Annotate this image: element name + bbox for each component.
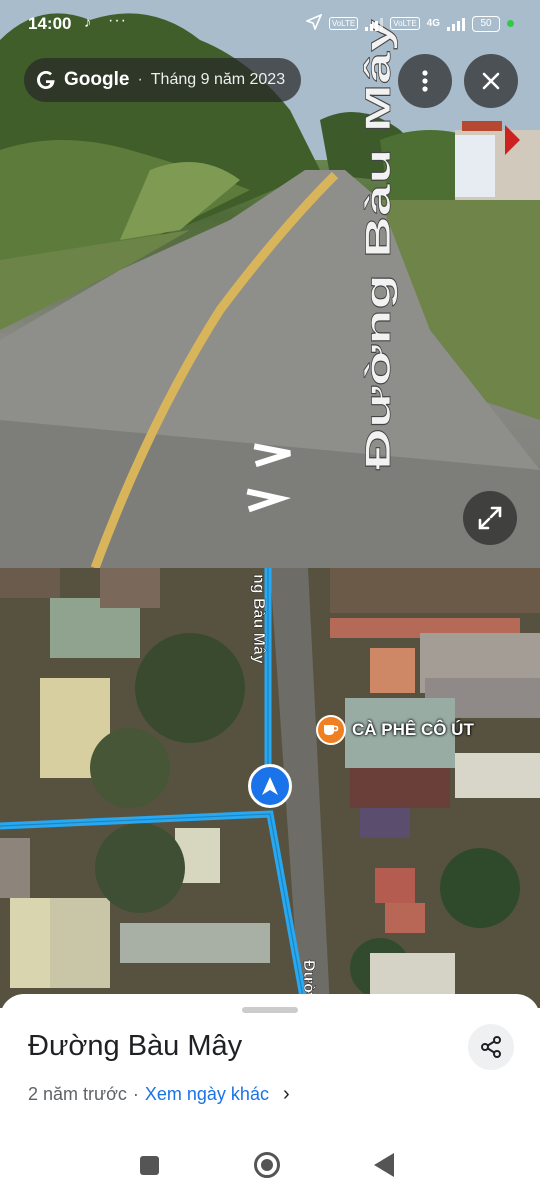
- volte-badge-2: VoLTE: [390, 17, 420, 30]
- expand-icon: [478, 506, 502, 530]
- street-view-info-pill[interactable]: Google · Tháng 9 năm 2023: [24, 58, 302, 102]
- poi-coffee-shop[interactable]: CÀ PHÊ CÔ ÚT: [316, 715, 474, 745]
- drag-handle[interactable]: [242, 1007, 298, 1013]
- google-brand: Google: [64, 69, 130, 90]
- chevron-right-icon[interactable]: ›: [283, 1083, 290, 1106]
- status-icons: VoLTE VoLTE 4G 50: [304, 13, 514, 33]
- privacy-dot: [507, 20, 514, 27]
- share-icon: [481, 1036, 501, 1058]
- more-vert-icon: [422, 70, 428, 92]
- close-icon: [482, 72, 500, 90]
- network-type: 4G: [426, 18, 440, 29]
- battery-indicator: 50: [472, 15, 500, 32]
- more-dots-icon: ···: [108, 12, 127, 29]
- location-arrow-icon: [304, 13, 323, 33]
- street-view-panorama[interactable]: Đường Bàu Mây 14:00 ♪ ··· VoLTE VoLTE 4G…: [0, 0, 540, 568]
- coffee-icon: [316, 715, 346, 745]
- navigation-arrow-icon: [262, 777, 278, 795]
- system-nav-bar: [0, 1130, 540, 1200]
- separator-dot: ·: [137, 71, 143, 88]
- status-bar: 14:00 ♪ ··· VoLTE VoLTE 4G 50: [0, 0, 540, 48]
- home-circle-icon[interactable]: [254, 1152, 280, 1178]
- map-road-label-bottom: Đườ: [300, 960, 317, 995]
- volte-badge-1: VoLTE: [328, 17, 359, 30]
- signal-icon-1: [365, 17, 384, 31]
- time-ago: 2 năm trước: [28, 1084, 127, 1104]
- google-g-icon: [37, 71, 55, 89]
- clock: 14:00: [28, 14, 72, 33]
- share-button[interactable]: [468, 1024, 514, 1070]
- map-road-label-top: ng Bàu Mây: [250, 574, 267, 664]
- more-options-button[interactable]: [398, 54, 452, 108]
- tiktok-icon: ♪: [84, 14, 92, 31]
- close-button[interactable]: [464, 54, 518, 108]
- back-triangle-icon[interactable]: [374, 1153, 394, 1177]
- poi-label: CÀ PHÊ CÔ ÚT: [352, 720, 474, 739]
- expand-button[interactable]: [463, 491, 517, 545]
- place-title: Đường Bàu Mây: [28, 1030, 243, 1062]
- current-location-marker[interactable]: [248, 764, 292, 808]
- meta-separator: ·: [132, 1084, 139, 1104]
- other-dates-link[interactable]: Xem ngày khác: [145, 1084, 269, 1105]
- svg-text:Đường Bàu Mây: Đường Bàu Mây: [359, 19, 398, 470]
- street-view-road-label: Đường Bàu Mây: [359, 19, 398, 471]
- capture-date: Tháng 9 năm 2023: [150, 71, 286, 88]
- recents-square-icon[interactable]: [140, 1156, 159, 1175]
- signal-icon-2: [447, 17, 465, 31]
- capture-meta: 2 năm trước · Xem ngày khác ›: [28, 1083, 290, 1106]
